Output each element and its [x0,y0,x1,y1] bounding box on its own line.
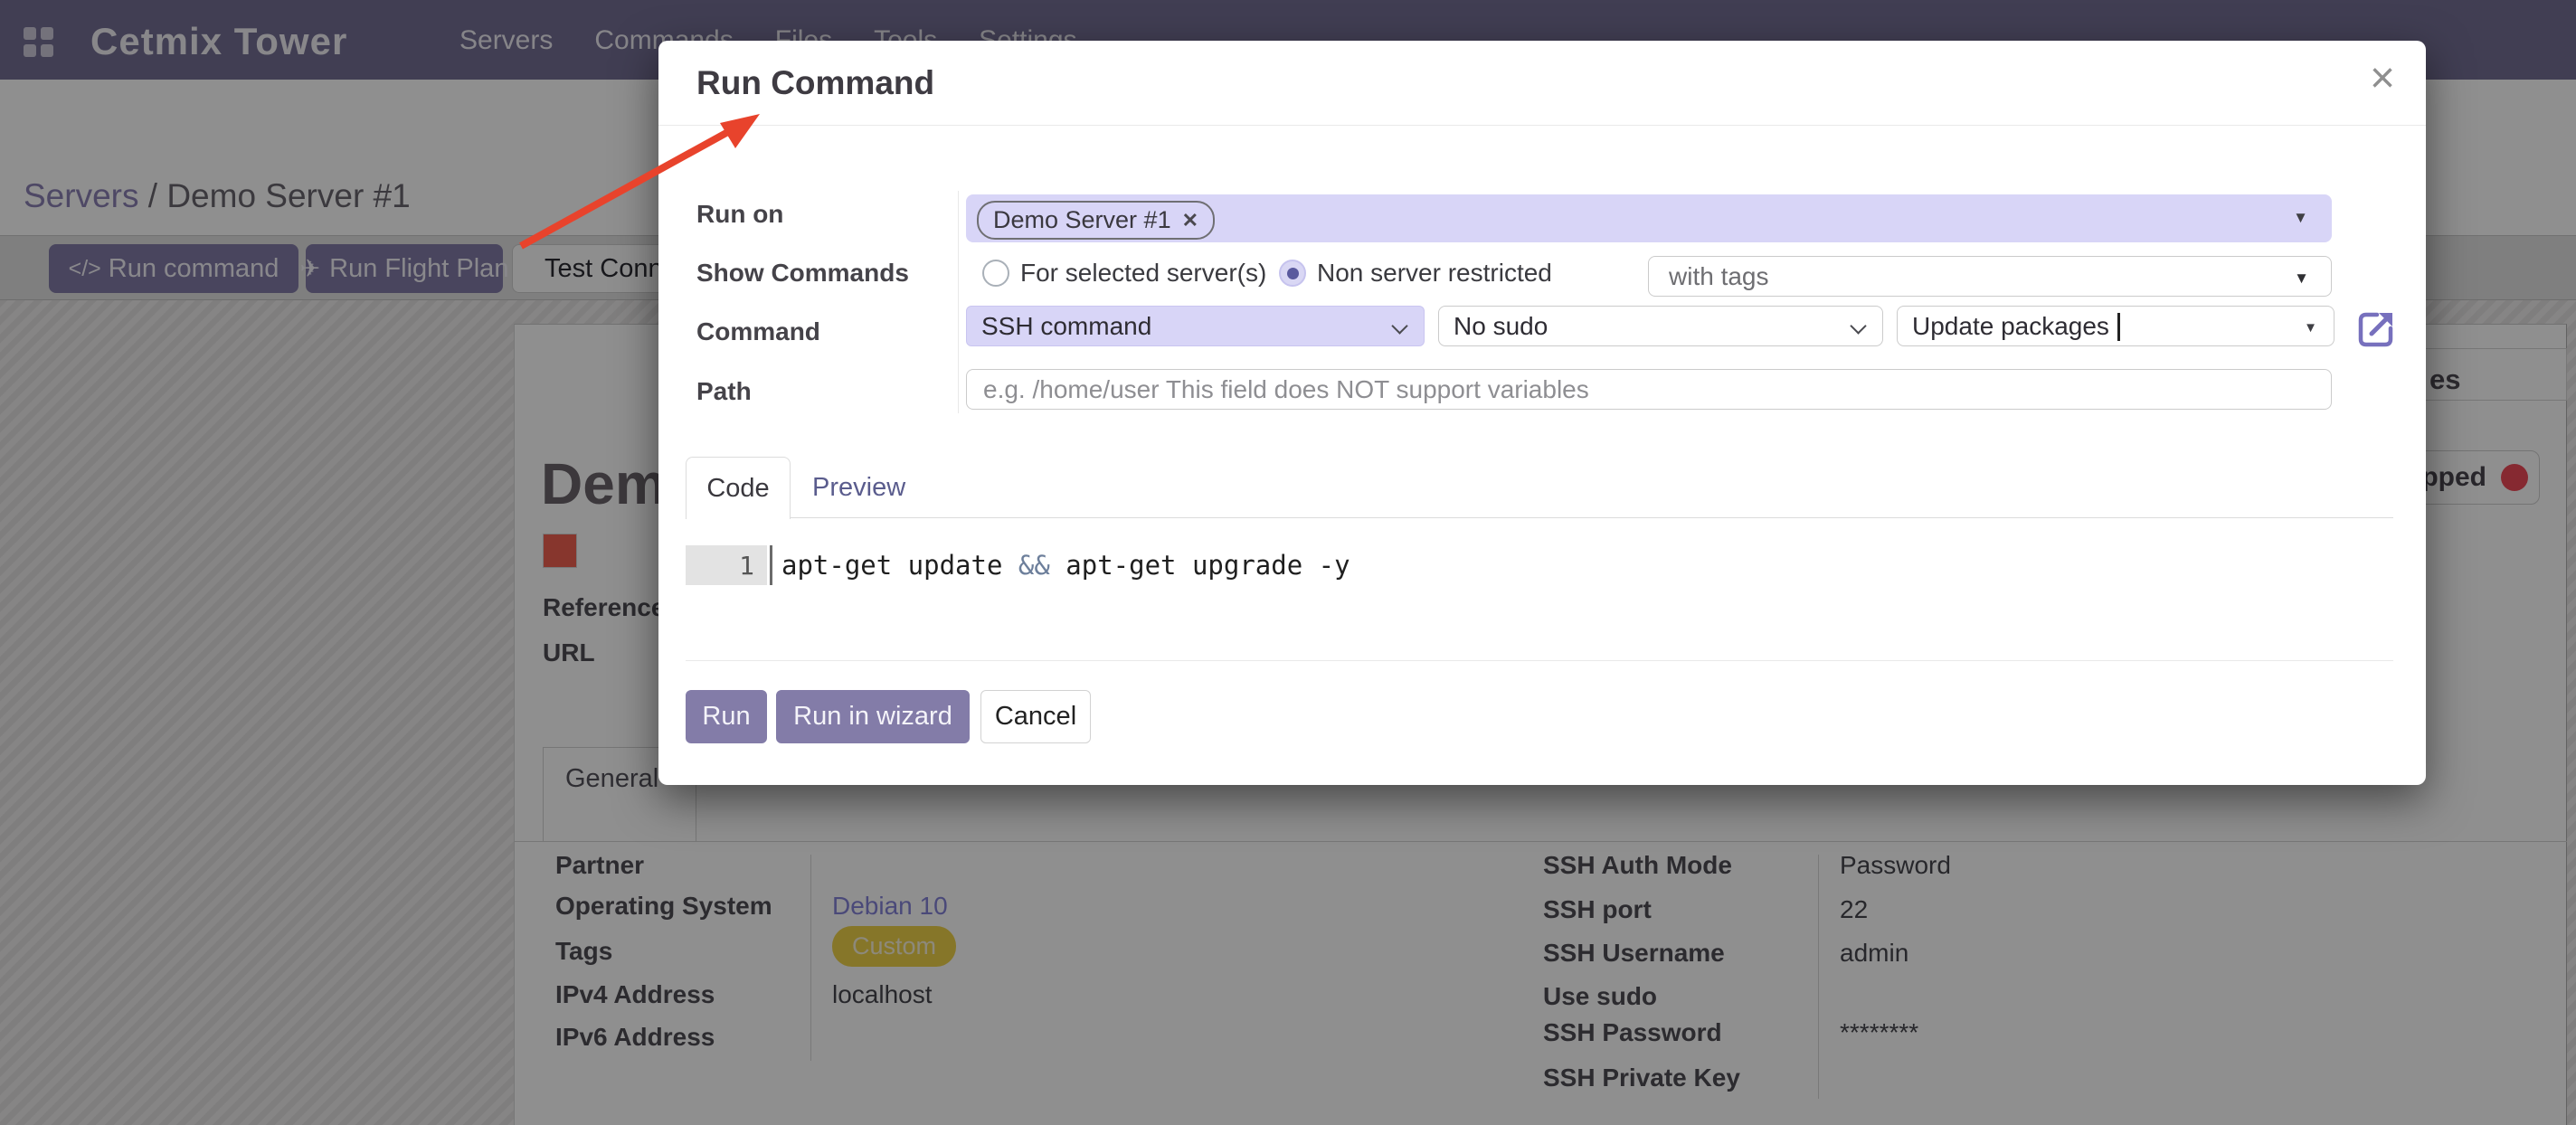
path-input[interactable] [966,369,2332,410]
external-link-icon[interactable] [2355,308,2397,350]
dropdown-caret-icon: ▼ [2294,269,2309,288]
radio-non-restricted-label[interactable]: Non server restricted [1317,259,1552,288]
notebook-divider [686,517,2393,518]
dropdown-caret-icon[interactable]: ▼ [2293,209,2308,227]
dialog-title: Run Command [696,64,934,102]
radio-non-restricted[interactable] [1279,260,1306,287]
run-button[interactable]: Run [686,690,767,743]
run-on-field[interactable]: Demo Server #1 ✕ ▼ [966,194,2332,242]
radio-selected-servers-label[interactable]: For selected server(s) [1020,259,1266,288]
command-type-select[interactable]: SSH command [966,306,1425,346]
select-chevron-icon [1391,317,1407,334]
server-tag[interactable]: Demo Server #1 ✕ [977,201,1215,240]
select-chevron-icon [1850,317,1866,334]
show-commands-label: Show Commands [696,259,909,288]
tab-preview[interactable]: Preview [812,473,930,503]
path-label: Path [696,377,752,406]
code-line-number: 1 [686,545,767,585]
run-command-dialog: Run Command × Run on Demo Server #1 ✕ ▼ … [658,41,2426,785]
tab-code[interactable]: Code [686,457,791,519]
text-cursor [2117,313,2120,341]
with-tags-dropdown[interactable]: with tags ▼ [1648,256,2332,297]
command-autocomplete[interactable]: Update packages ▼ [1897,306,2334,346]
dialog-footer-divider [686,660,2393,661]
screen: Cetmix Tower Servers Commands Files Tool… [0,0,2576,1125]
close-icon[interactable]: × [2370,57,2395,100]
editor-cursor [770,545,772,585]
command-label: Command [696,317,820,346]
run-in-wizard-button[interactable]: Run in wizard [776,690,970,743]
run-on-label: Run on [696,200,783,229]
label-column-divider [958,191,959,413]
radio-selected-servers[interactable] [982,260,1009,287]
code-line[interactable]: apt-get update && apt-get upgrade -y [781,550,1350,581]
sudo-select[interactable]: No sudo [1438,306,1883,346]
dropdown-caret-icon: ▼ [2304,320,2317,336]
cancel-button[interactable]: Cancel [980,690,1091,743]
dialog-header-divider [658,125,2426,126]
tag-remove-icon[interactable]: ✕ [1182,209,1198,232]
